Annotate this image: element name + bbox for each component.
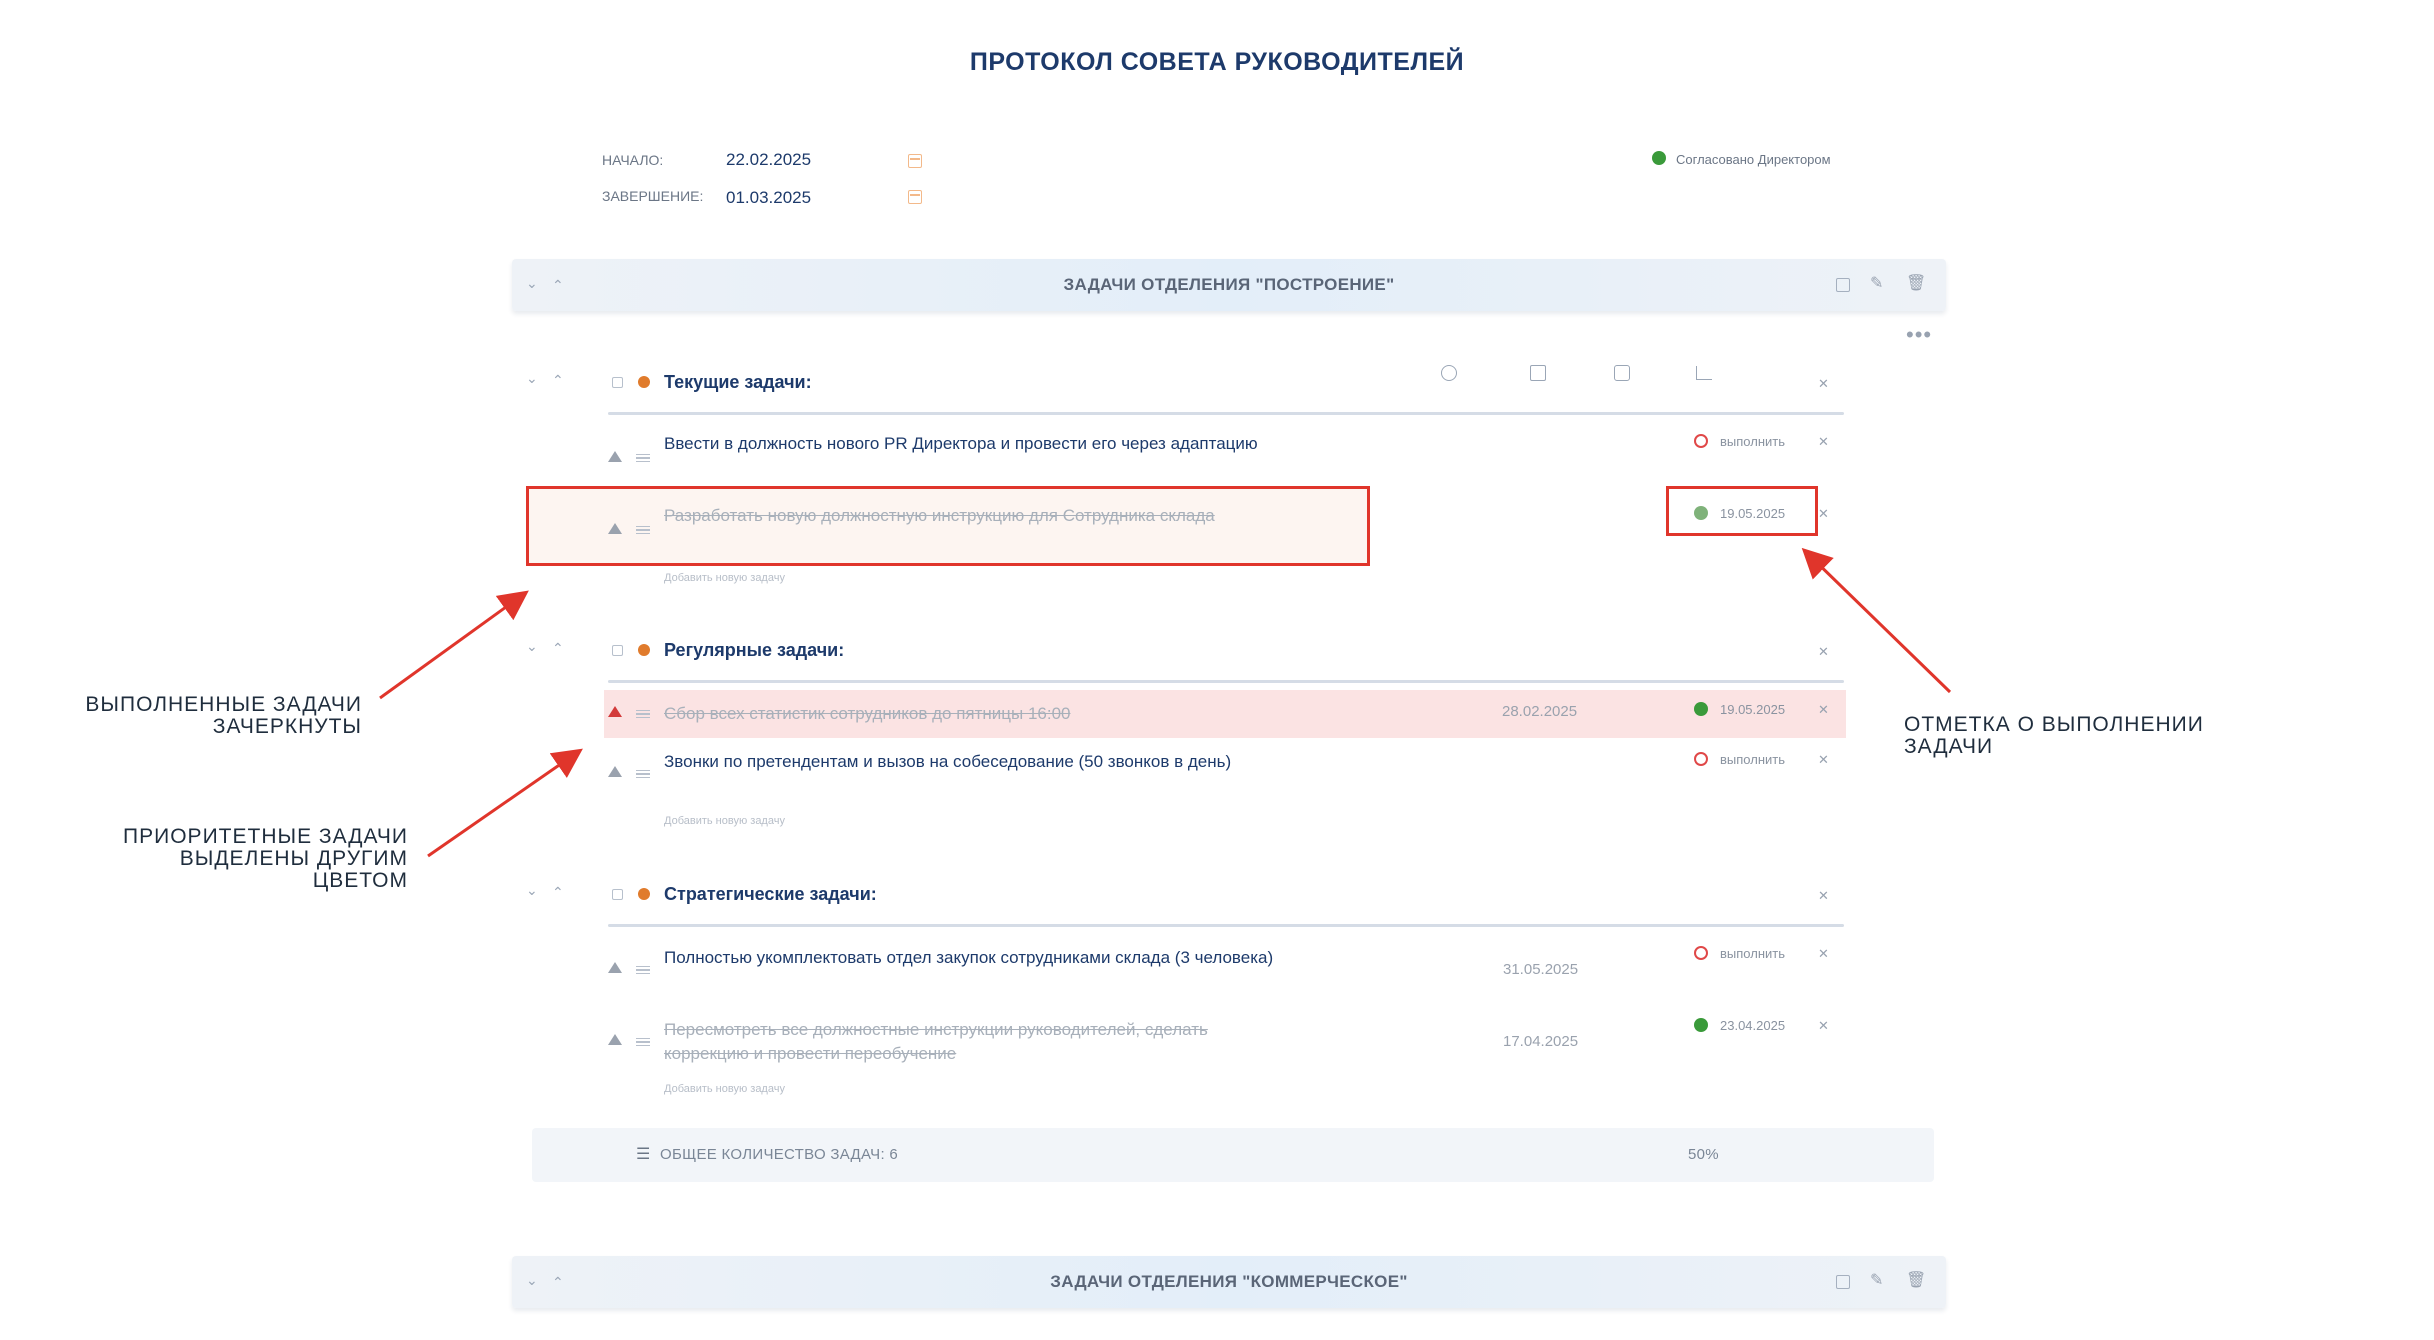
annotation-done: ВЫПОЛНЕННЫЕ ЗАДАЧИ ЗАЧЕРКНУТЫ [85,693,362,738]
annotation-priority: ПРИОРИТЕТНЫЕ ЗАДАЧИ ВЫДЕЛЕНЫ ДРУГИМ ЦВЕТ… [123,825,408,892]
annotation-mark: ОТМЕТКА О ВЫПОЛНЕНИИ ЗАДАЧИ [1904,713,2204,758]
annotation-arrows [379,547,1952,858]
